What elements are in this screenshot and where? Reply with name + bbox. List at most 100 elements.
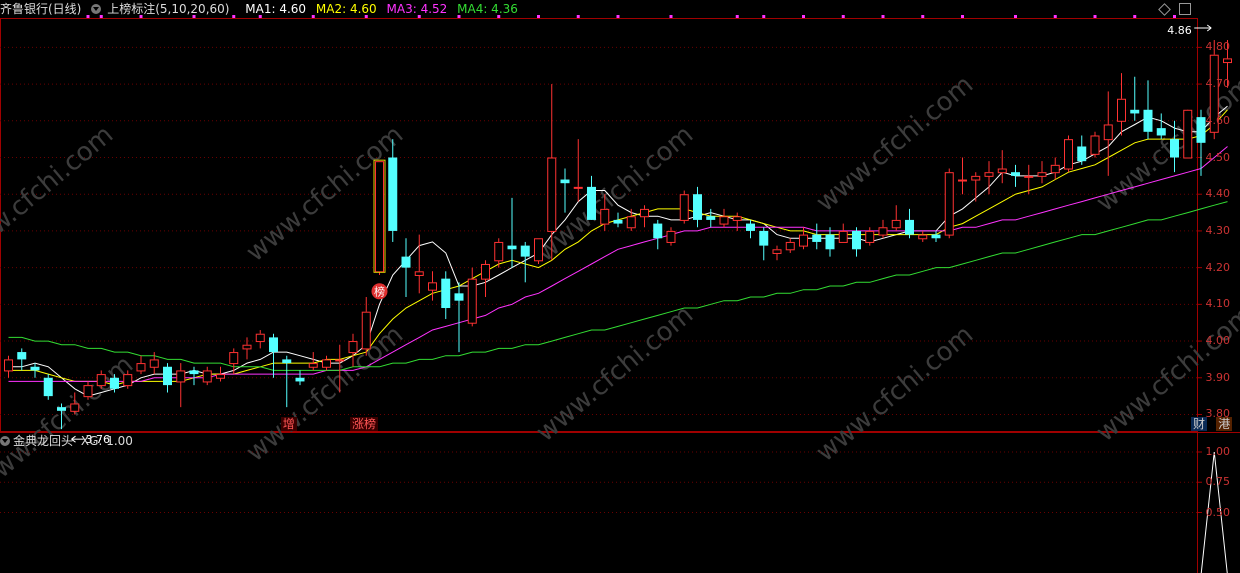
candle-body xyxy=(1117,98,1126,122)
candle-body xyxy=(1183,109,1193,159)
candle xyxy=(1130,76,1140,121)
indicator-label: 上榜标注(5,10,20,60) xyxy=(107,2,230,16)
candle-body xyxy=(43,377,53,397)
candle-body xyxy=(719,216,729,225)
watermark-text: www.cfchi.com xyxy=(811,70,980,218)
candle xyxy=(441,271,451,320)
candle-body xyxy=(269,337,278,353)
candle-body xyxy=(83,385,93,398)
tag-zhangbang[interactable]: 涨榜 xyxy=(350,417,379,431)
candle-body xyxy=(1011,172,1020,176)
candle xyxy=(30,363,40,378)
candle-body xyxy=(507,245,517,250)
candle xyxy=(573,139,583,202)
candle-body xyxy=(746,223,755,231)
candle xyxy=(971,172,981,202)
stock-title[interactable]: 齐鲁银行(日线) xyxy=(0,2,81,16)
candle xyxy=(693,186,702,228)
candle xyxy=(269,333,278,378)
candle-body xyxy=(918,234,928,240)
candle-body xyxy=(149,359,159,368)
tag-cai[interactable]: 财 xyxy=(1191,417,1208,431)
candle-body xyxy=(891,219,901,229)
candle xyxy=(308,352,318,371)
minimize-icon[interactable] xyxy=(1179,3,1191,15)
candle-body xyxy=(852,230,861,250)
candle-body xyxy=(706,216,716,220)
candle xyxy=(401,238,411,298)
candle xyxy=(4,355,13,378)
candle xyxy=(43,374,53,400)
indicator-menu[interactable]: 上榜标注(5,10,20,60) xyxy=(91,2,235,16)
indicator-panel-name[interactable]: 金典龙回头 xyxy=(13,434,73,448)
top-marker xyxy=(961,15,964,18)
dropdown-icon[interactable] xyxy=(0,436,10,446)
candle-body xyxy=(1077,146,1087,162)
candle xyxy=(852,227,861,257)
top-marker xyxy=(669,15,673,18)
candle-body xyxy=(110,377,119,389)
candle xyxy=(905,208,914,239)
candle xyxy=(746,219,755,239)
candle-body xyxy=(467,278,477,324)
watermark-layer: www.cfchi.com www.cfchi.com www.cfchi.com w… xyxy=(0,70,1240,498)
candle-body xyxy=(984,172,994,177)
tag-gang[interactable]: 港 xyxy=(1216,417,1233,431)
candle xyxy=(613,212,623,228)
candle-body xyxy=(242,344,252,350)
candle xyxy=(772,245,782,261)
candle-body xyxy=(1064,139,1073,170)
candle-body xyxy=(229,352,239,365)
candle xyxy=(189,366,199,386)
candle-body xyxy=(1103,124,1113,141)
price-tick-label: 3.90 xyxy=(1205,370,1231,384)
candle-body xyxy=(216,374,225,379)
high-arrow xyxy=(1194,24,1212,32)
indicator-header: 金典龙回头 XG: 1.00 xyxy=(0,432,133,450)
candle-body xyxy=(441,278,451,309)
candle-body xyxy=(1050,164,1060,174)
dropdown-icon[interactable] xyxy=(91,4,102,14)
candle-body xyxy=(997,168,1007,174)
candle-body xyxy=(322,359,331,368)
watermark-text: www.cfchi.com xyxy=(0,350,139,498)
candle xyxy=(838,223,848,243)
tag-zeng[interactable]: 增 xyxy=(280,417,297,431)
candle xyxy=(812,223,822,250)
candle-body xyxy=(812,234,822,242)
candle-body xyxy=(414,271,424,276)
candle-body xyxy=(759,230,769,246)
candle-body xyxy=(772,249,782,254)
candle xyxy=(1117,73,1126,136)
candle-body xyxy=(1143,109,1153,132)
candle-body xyxy=(1156,128,1166,136)
candle-body xyxy=(189,370,199,375)
candle xyxy=(666,227,676,246)
candle xyxy=(997,150,1007,184)
candle-body xyxy=(70,403,80,412)
indicator-value: XG: 1.00 xyxy=(80,434,133,448)
candle xyxy=(375,161,384,275)
top-marker xyxy=(841,15,845,18)
candle xyxy=(640,205,649,228)
candle-body xyxy=(958,179,967,182)
candle xyxy=(322,355,331,371)
price-tick-label: 4.40 xyxy=(1205,187,1231,201)
candle-body xyxy=(534,238,543,262)
ma-line-ma2 xyxy=(8,109,1228,386)
candle-body xyxy=(428,282,437,291)
candle-body xyxy=(693,194,702,220)
candle-body xyxy=(666,230,676,243)
candle xyxy=(202,366,212,386)
indicator-panel-plot xyxy=(0,451,1228,573)
high-price-label: 4.86 xyxy=(1167,24,1192,37)
candle-body xyxy=(481,263,490,280)
candle-body xyxy=(123,374,133,387)
top-marker xyxy=(762,15,766,18)
candle xyxy=(467,267,477,327)
indicator-tick-label: 0.75 xyxy=(1205,475,1231,489)
candle-body xyxy=(255,333,265,343)
candle-body xyxy=(388,157,398,231)
candle-body xyxy=(361,311,371,350)
candle-body xyxy=(865,230,875,243)
